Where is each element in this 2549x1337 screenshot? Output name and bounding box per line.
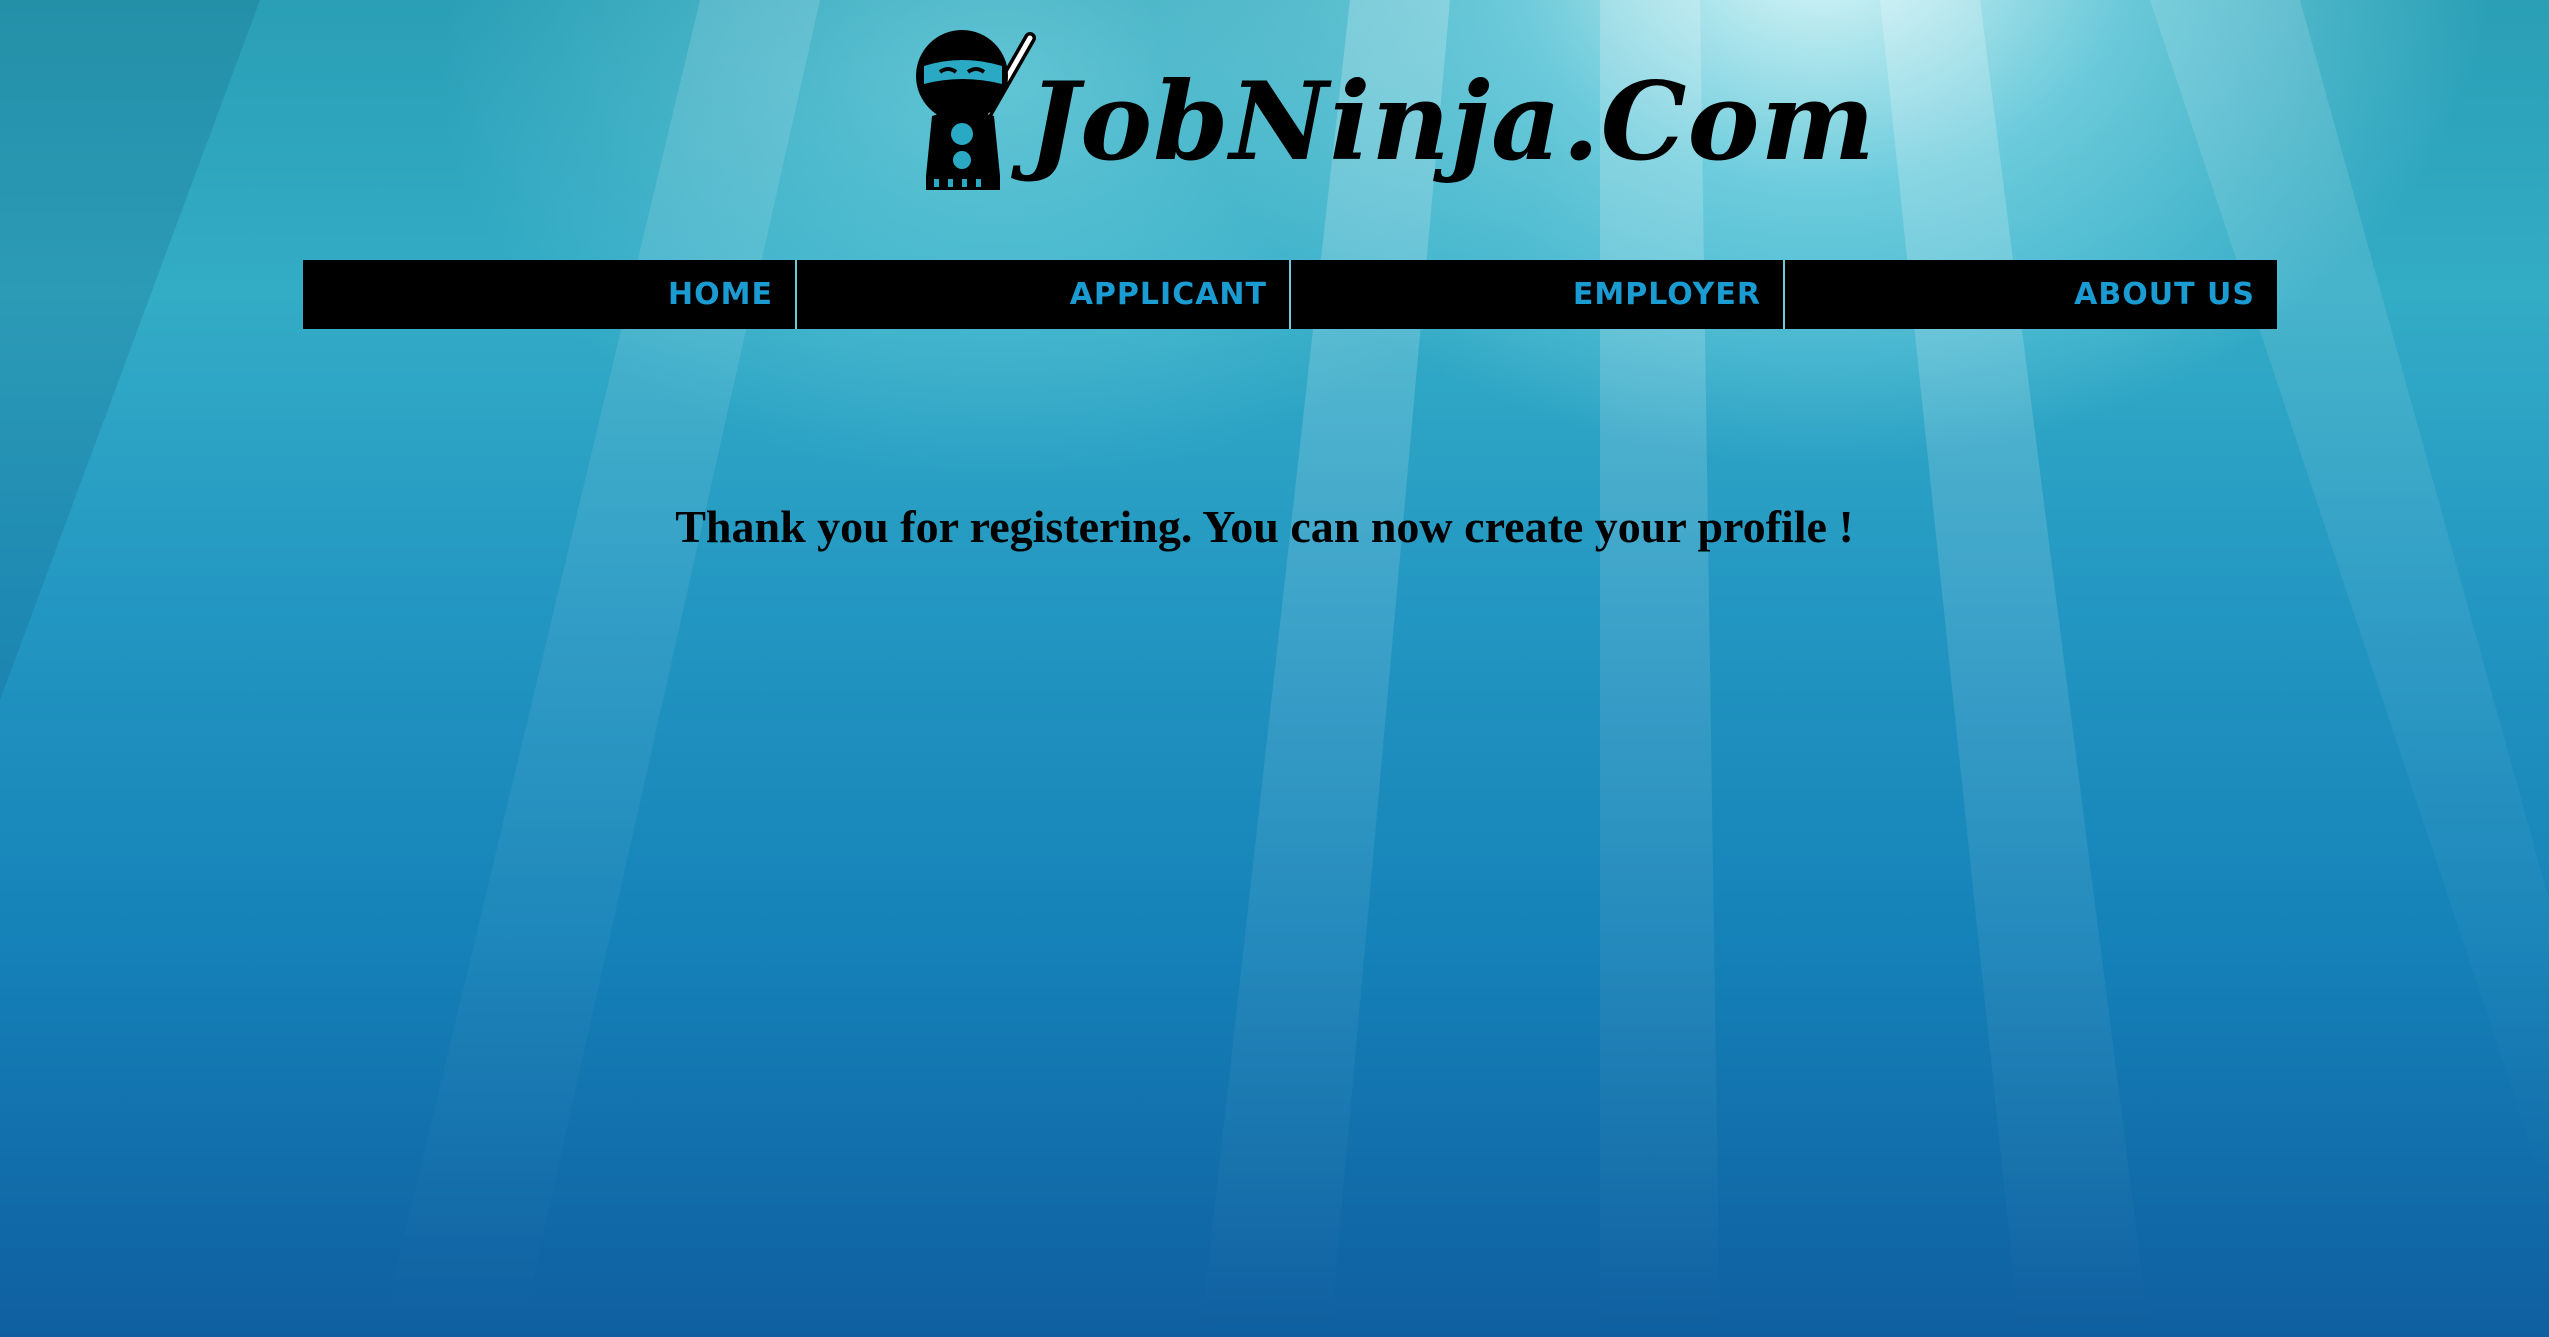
site-header: JobNinja.Com [0, 0, 2549, 240]
site-brand-name: JobNinja.Com [1028, 59, 1876, 185]
nav-item-employer[interactable]: EMPLOYER [1291, 260, 1785, 329]
nav-item-applicant[interactable]: APPLICANT [797, 260, 1291, 329]
site-logo[interactable]: JobNinja.Com [910, 20, 1875, 210]
main-nav: HOME APPLICANT EMPLOYER ABOUT US [303, 260, 2277, 329]
nav-item-home[interactable]: HOME [303, 260, 797, 329]
nav-item-about-us[interactable]: ABOUT US [1785, 260, 2277, 329]
ninja-icon [916, 30, 1036, 190]
registration-confirmation-message: Thank you for registering. You can now c… [675, 501, 1854, 552]
